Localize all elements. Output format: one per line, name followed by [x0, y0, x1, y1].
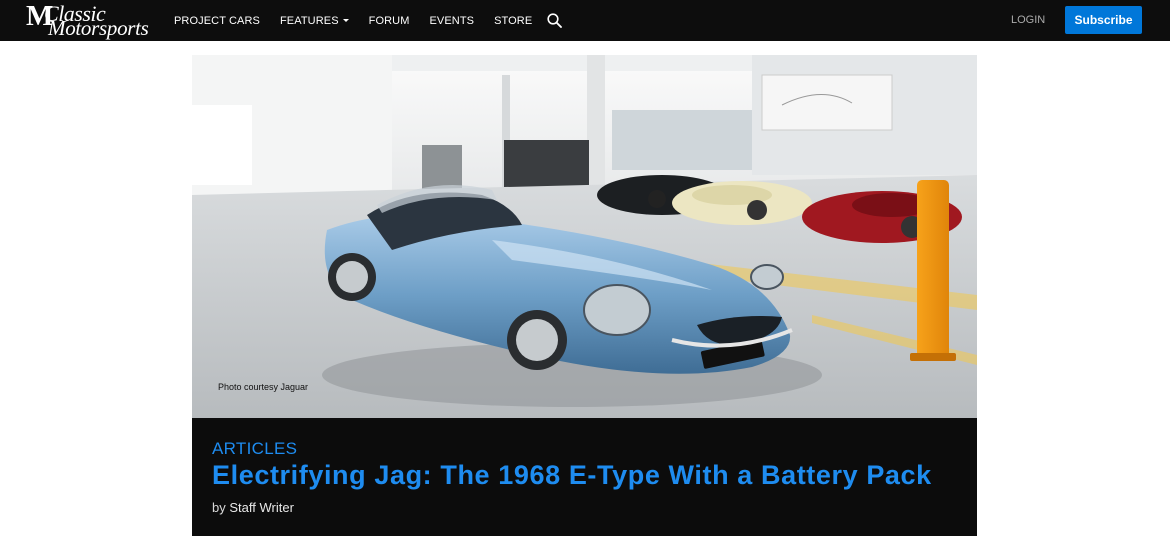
nav-item-events[interactable]: EVENTS	[429, 15, 474, 27]
main-nav: PROJECT CARS FEATURES FORUM EVENTS STORE	[174, 0, 564, 41]
nav-item-features[interactable]: FEATURES	[280, 15, 349, 27]
nav-item-project-cars[interactable]: PROJECT CARS	[174, 15, 260, 27]
caret-down-icon	[342, 19, 349, 22]
article-category[interactable]: ARTICLES	[212, 439, 297, 459]
article-header: ARTICLES Electrifying Jag: The 1968 E-Ty…	[192, 418, 977, 536]
article-title[interactable]: Electrifying Jag: The 1968 E-Type With a…	[212, 460, 932, 491]
search-icon[interactable]	[546, 12, 564, 30]
site-header: M Classic Motorsports PROJECT CARS FEATU…	[0, 0, 1170, 41]
site-logo[interactable]: M Classic Motorsports	[26, 2, 149, 41]
nav-item-forum[interactable]: FORUM	[369, 15, 410, 27]
login-link[interactable]: LOGIN	[1011, 14, 1045, 26]
author-link[interactable]: Staff Writer	[229, 500, 294, 515]
byline-prefix: by	[212, 500, 226, 515]
subscribe-button[interactable]: Subscribe	[1065, 6, 1142, 34]
photo-credit: Photo courtesy Jaguar	[218, 382, 309, 392]
hero-image: Photo courtesy Jaguar	[192, 55, 977, 418]
article-byline: by Staff Writer	[212, 500, 294, 515]
nav-item-store[interactable]: STORE	[494, 15, 532, 27]
logo-motorsports: Motorsports	[48, 16, 149, 40]
